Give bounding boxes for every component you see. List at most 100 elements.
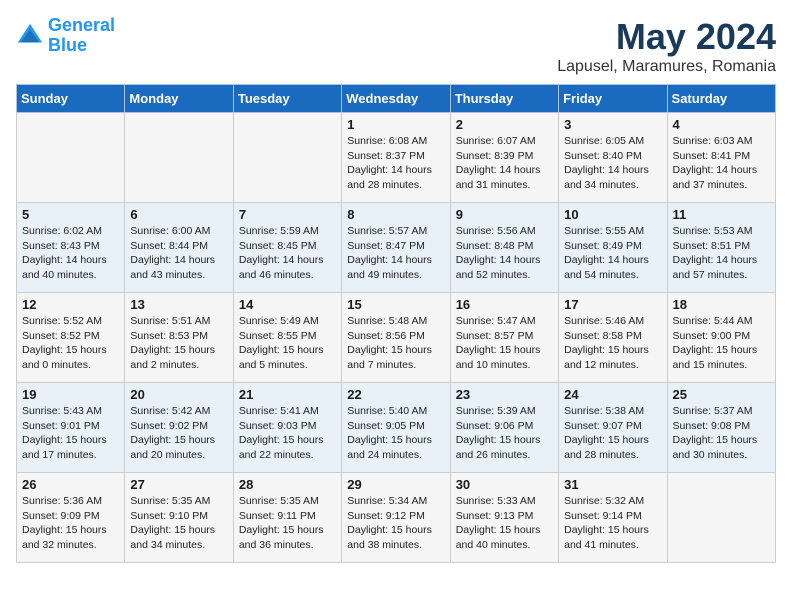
calendar-cell: 5 Sunrise: 6:02 AM Sunset: 8:43 PM Daylig… (17, 203, 125, 293)
day-number: 4 (673, 117, 770, 132)
day-info: Sunrise: 5:49 AM Sunset: 8:55 PM Dayligh… (239, 314, 336, 373)
week-row-1: 1Sunrise: 6:08 AM Sunset: 8:37 PM Daylig… (17, 113, 776, 203)
calendar-cell: 26 Sunrise: 5:36 AM Sunset: 9:09 PM Dayli… (17, 473, 125, 563)
day-info: Sunrise: 5:34 AM Sunset: 9:12 PM Dayligh… (347, 494, 444, 553)
calendar-cell: 23 Sunrise: 5:39 AM Sunset: 9:06 PM Dayli… (450, 383, 558, 473)
day-number: 14 (239, 297, 336, 312)
day-number: 15 (347, 297, 444, 312)
calendar-cell: 3 Sunrise: 6:05 AM Sunset: 8:40 PM Daylig… (559, 113, 667, 203)
calendar-cell: 9Sunrise: 5:56 AM Sunset: 8:48 PM Daylig… (450, 203, 558, 293)
day-number: 31 (564, 477, 661, 492)
title-area: May 2024 Lapusel, Maramures, Romania (557, 16, 776, 76)
day-info: Sunrise: 5:42 AM Sunset: 9:02 PM Dayligh… (130, 404, 227, 463)
day-number: 12 (22, 297, 119, 312)
day-number: 19 (22, 387, 119, 402)
day-number: 10 (564, 207, 661, 222)
day-number: 13 (130, 297, 227, 312)
calendar-cell: 11Sunrise: 5:53 AM Sunset: 8:51 PM Dayli… (667, 203, 775, 293)
day-info: Sunrise: 5:46 AM Sunset: 8:58 PM Dayligh… (564, 314, 661, 373)
calendar-cell: 14 Sunrise: 5:49 AM Sunset: 8:55 PM Dayli… (233, 293, 341, 383)
day-number: 5 (22, 207, 119, 222)
day-info: Sunrise: 5:35 AM Sunset: 9:11 PM Dayligh… (239, 494, 336, 553)
calendar-cell: 8 Sunrise: 5:57 AM Sunset: 8:47 PM Daylig… (342, 203, 450, 293)
day-number: 26 (22, 477, 119, 492)
day-info: Sunrise: 5:33 AM Sunset: 9:13 PM Dayligh… (456, 494, 553, 553)
day-number: 17 (564, 297, 661, 312)
day-header-friday: Friday (559, 85, 667, 113)
day-number: 29 (347, 477, 444, 492)
day-header-monday: Monday (125, 85, 233, 113)
calendar-cell (125, 113, 233, 203)
week-row-2: 5 Sunrise: 6:02 AM Sunset: 8:43 PM Daylig… (17, 203, 776, 293)
calendar-cell: 4 Sunrise: 6:03 AM Sunset: 8:41 PM Daylig… (667, 113, 775, 203)
day-info: Sunrise: 6:00 AM Sunset: 8:44 PM Dayligh… (130, 224, 227, 283)
day-number: 16 (456, 297, 553, 312)
calendar-cell: 21Sunrise: 5:41 AM Sunset: 9:03 PM Dayli… (233, 383, 341, 473)
calendar-cell: 12Sunrise: 5:52 AM Sunset: 8:52 PM Dayli… (17, 293, 125, 383)
calendar-cell: 24 Sunrise: 5:38 AM Sunset: 9:07 PM Dayli… (559, 383, 667, 473)
main-title: May 2024 (557, 16, 776, 58)
calendar-cell: 18 Sunrise: 5:44 AM Sunset: 9:00 PM Dayli… (667, 293, 775, 383)
day-number: 8 (347, 207, 444, 222)
day-info: Sunrise: 5:35 AM Sunset: 9:10 PM Dayligh… (130, 494, 227, 553)
day-number: 3 (564, 117, 661, 132)
calendar-cell: 30 Sunrise: 5:33 AM Sunset: 9:13 PM Dayli… (450, 473, 558, 563)
day-info: Sunrise: 6:07 AM Sunset: 8:39 PM Dayligh… (456, 134, 553, 193)
day-number: 11 (673, 207, 770, 222)
day-number: 25 (673, 387, 770, 402)
calendar-cell (233, 113, 341, 203)
calendar-cell: 13Sunrise: 5:51 AM Sunset: 8:53 PM Dayli… (125, 293, 233, 383)
day-header-saturday: Saturday (667, 85, 775, 113)
day-info: Sunrise: 5:44 AM Sunset: 9:00 PM Dayligh… (673, 314, 770, 373)
day-number: 23 (456, 387, 553, 402)
day-number: 22 (347, 387, 444, 402)
day-number: 1 (347, 117, 444, 132)
calendar-cell: 17 Sunrise: 5:46 AM Sunset: 8:58 PM Dayli… (559, 293, 667, 383)
day-info: Sunrise: 5:43 AM Sunset: 9:01 PM Dayligh… (22, 404, 119, 463)
day-number: 24 (564, 387, 661, 402)
calendar-cell (17, 113, 125, 203)
day-info: Sunrise: 5:32 AM Sunset: 9:14 PM Dayligh… (564, 494, 661, 553)
day-number: 20 (130, 387, 227, 402)
day-header-sunday: Sunday (17, 85, 125, 113)
subtitle: Lapusel, Maramures, Romania (557, 58, 776, 76)
day-info: Sunrise: 5:38 AM Sunset: 9:07 PM Dayligh… (564, 404, 661, 463)
day-number: 18 (673, 297, 770, 312)
calendar-cell: 20 Sunrise: 5:42 AM Sunset: 9:02 PM Dayli… (125, 383, 233, 473)
day-info: Sunrise: 5:59 AM Sunset: 8:45 PM Dayligh… (239, 224, 336, 283)
day-number: 21 (239, 387, 336, 402)
day-number: 28 (239, 477, 336, 492)
day-info: Sunrise: 5:37 AM Sunset: 9:08 PM Dayligh… (673, 404, 770, 463)
day-header-thursday: Thursday (450, 85, 558, 113)
calendar-cell: 2 Sunrise: 6:07 AM Sunset: 8:39 PM Daylig… (450, 113, 558, 203)
day-info: Sunrise: 5:55 AM Sunset: 8:49 PM Dayligh… (564, 224, 661, 283)
day-info: Sunrise: 5:39 AM Sunset: 9:06 PM Dayligh… (456, 404, 553, 463)
calendar-cell: 1Sunrise: 6:08 AM Sunset: 8:37 PM Daylig… (342, 113, 450, 203)
calendar-cell: 27 Sunrise: 5:35 AM Sunset: 9:10 PM Dayli… (125, 473, 233, 563)
day-number: 2 (456, 117, 553, 132)
logo-text: General Blue (48, 16, 115, 56)
day-number: 7 (239, 207, 336, 222)
week-row-3: 12Sunrise: 5:52 AM Sunset: 8:52 PM Dayli… (17, 293, 776, 383)
day-info: Sunrise: 5:47 AM Sunset: 8:57 PM Dayligh… (456, 314, 553, 373)
day-info: Sunrise: 5:36 AM Sunset: 9:09 PM Dayligh… (22, 494, 119, 553)
day-number: 30 (456, 477, 553, 492)
calendar-cell: 28 Sunrise: 5:35 AM Sunset: 9:11 PM Dayli… (233, 473, 341, 563)
days-header-row: SundayMondayTuesdayWednesdayThursdayFrid… (17, 85, 776, 113)
day-info: Sunrise: 6:05 AM Sunset: 8:40 PM Dayligh… (564, 134, 661, 193)
logo-general: General (48, 15, 115, 35)
day-info: Sunrise: 6:03 AM Sunset: 8:41 PM Dayligh… (673, 134, 770, 193)
day-info: Sunrise: 5:56 AM Sunset: 8:48 PM Dayligh… (456, 224, 553, 283)
day-info: Sunrise: 5:48 AM Sunset: 8:56 PM Dayligh… (347, 314, 444, 373)
day-info: Sunrise: 5:57 AM Sunset: 8:47 PM Dayligh… (347, 224, 444, 283)
calendar-cell: 25 Sunrise: 5:37 AM Sunset: 9:08 PM Dayli… (667, 383, 775, 473)
logo: General Blue (16, 16, 115, 56)
calendar-cell: 22Sunrise: 5:40 AM Sunset: 9:05 PM Dayli… (342, 383, 450, 473)
header: General Blue May 2024 Lapusel, Maramures… (16, 16, 776, 76)
calendar-cell: 6Sunrise: 6:00 AM Sunset: 8:44 PM Daylig… (125, 203, 233, 293)
day-number: 27 (130, 477, 227, 492)
calendar-cell: 19 Sunrise: 5:43 AM Sunset: 9:01 PM Dayli… (17, 383, 125, 473)
calendar-cell: 31 Sunrise: 5:32 AM Sunset: 9:14 PM Dayli… (559, 473, 667, 563)
calendar-cell: 15 Sunrise: 5:48 AM Sunset: 8:56 PM Dayli… (342, 293, 450, 383)
day-info: Sunrise: 6:02 AM Sunset: 8:43 PM Dayligh… (22, 224, 119, 283)
